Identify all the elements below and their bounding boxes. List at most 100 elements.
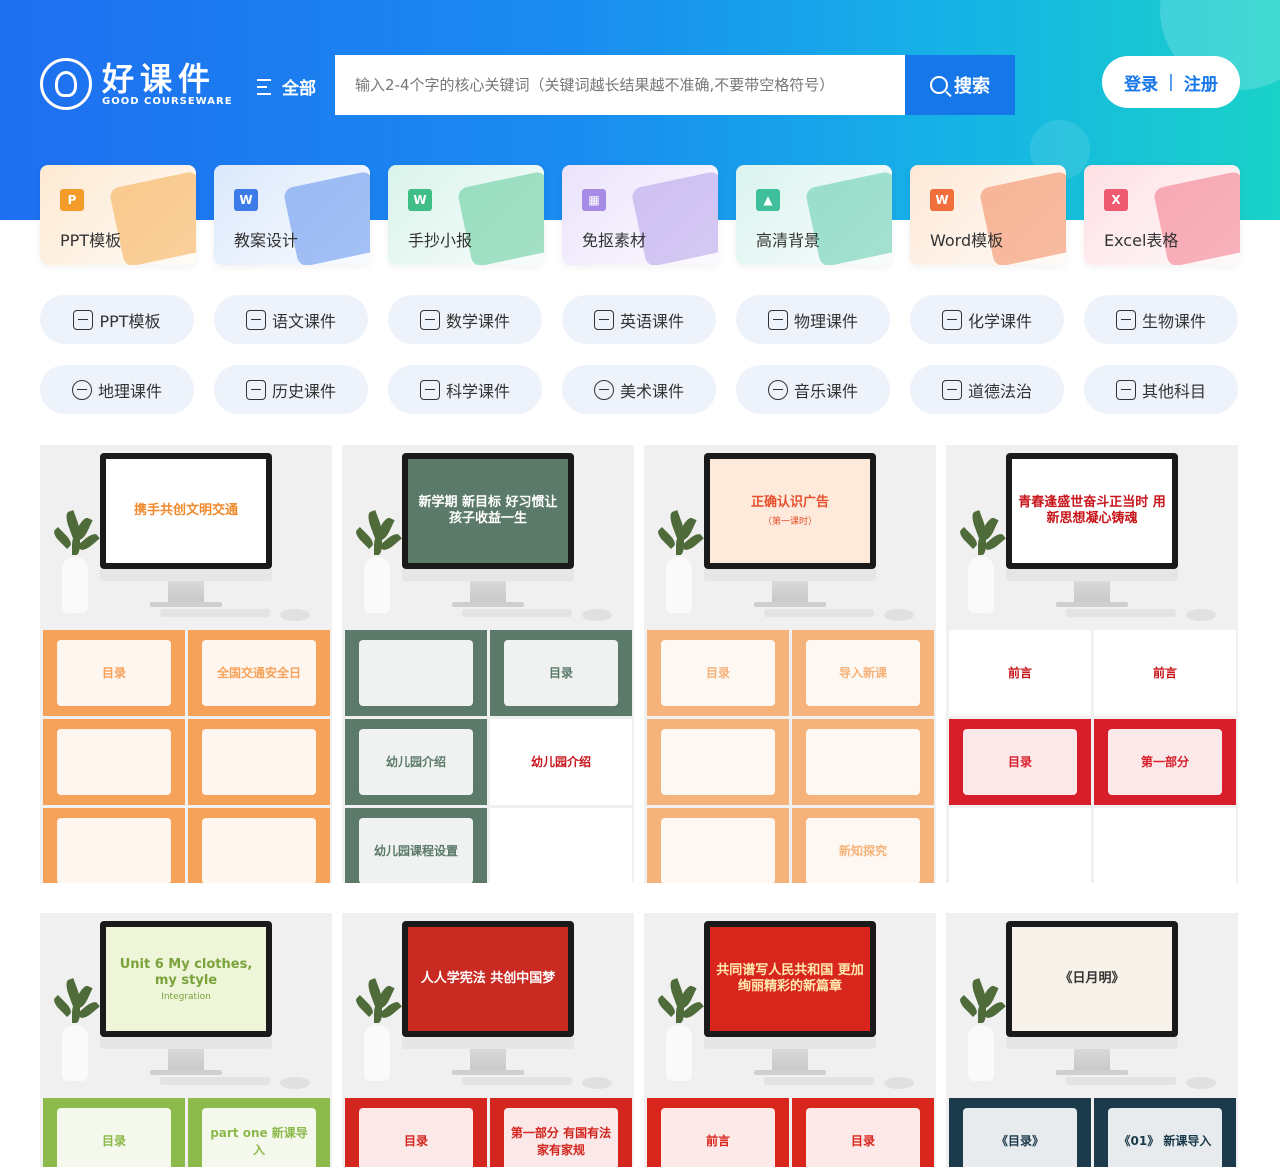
calculator-icon (419, 309, 440, 330)
keyboard-decoration (160, 1077, 270, 1085)
subject-pill[interactable]: 其他科目 (1084, 365, 1238, 414)
subject-pill[interactable]: 数学课件 (388, 295, 542, 344)
cover-title: 《日月明》 (1059, 971, 1125, 986)
subject-pill-label: 化学课件 (967, 311, 1032, 331)
subject-pill[interactable]: 美术课件 (562, 365, 716, 414)
resource-card[interactable]: 正确认识广告 （第一课时） 目录 导入新课 新知探究 (644, 445, 936, 883)
slide-text: 幼儿园介绍 (359, 729, 473, 795)
subject-pill[interactable]: 地理课件 (40, 365, 194, 414)
category-card[interactable]: ▦ 免抠素材 (562, 165, 718, 265)
music-icon (767, 379, 788, 400)
vase-decoration (364, 1025, 390, 1081)
category-card[interactable]: W 手抄小报 (388, 165, 544, 265)
resource-card[interactable]: 共同谱写人民共和国 更加绚丽精彩的新篇章 前言 目录 (644, 913, 936, 1167)
monitor-foot (452, 602, 524, 607)
monitor-preview: 《日月明》 (1006, 921, 1178, 1037)
subject-pill[interactable]: 语文课件 (214, 295, 368, 344)
slide-thumbnail: 《目录》 (949, 1098, 1091, 1167)
slide-thumbnail (647, 808, 789, 883)
search-button[interactable]: 搜索 (905, 55, 1015, 115)
category-label: Excel表格 (1104, 231, 1179, 250)
subject-pill-label: 数学课件 (445, 311, 510, 331)
vase-decoration (62, 557, 88, 613)
slide-text: part one 新课导入 (202, 1108, 316, 1167)
category-cards: P PPT模板 W 教案设计 W 手抄小报 ▦ 免抠素材 ▲ 高清背景 W Word模板 X Excel表… (40, 165, 1240, 265)
slide-thumbnail: 前言 (647, 1098, 789, 1167)
flask-icon (941, 309, 962, 330)
subject-pill[interactable]: 生物课件 (1084, 295, 1238, 344)
logo-title: 好课件 (102, 59, 217, 98)
subject-pill[interactable]: 英语课件 (562, 295, 716, 344)
globe-icon (71, 379, 92, 400)
slide-thumbnail: 新知探究 (792, 808, 934, 883)
auth-box: 登录 | 注册 (1102, 56, 1240, 108)
search-input[interactable] (335, 55, 905, 115)
logo-mark-icon (40, 58, 92, 110)
slide-text (661, 818, 775, 883)
subject-pill[interactable]: PPT模板 (40, 295, 194, 344)
slide-thumbnail (1094, 808, 1236, 883)
login-link[interactable]: 登录 (1124, 70, 1158, 95)
cover-slide: 新学期 新目标 好习惯让孩子收益一生 (408, 459, 568, 563)
category-app-icon: X (1104, 189, 1128, 211)
mouse-decoration (1186, 1077, 1216, 1089)
slide-text: 《01》 新课导入 (1108, 1108, 1222, 1167)
subject-pill[interactable]: 道德法治 (910, 365, 1064, 414)
category-card[interactable]: W 教案设计 (214, 165, 370, 265)
vase-decoration (968, 557, 994, 613)
resource-card[interactable]: 携手共创文明交通 目录 全国交通安全日 (40, 445, 332, 883)
category-card[interactable]: X Excel表格 (1084, 165, 1240, 265)
subject-pill[interactable]: 科学课件 (388, 365, 542, 414)
slide-thumbnail (647, 719, 789, 805)
subject-pill-label: 英语课件 (619, 311, 684, 331)
slide-thumbnail (188, 719, 330, 805)
slide-thumbnails: 目录 导入新课 新知探究 (647, 630, 934, 883)
resource-card[interactable]: 新学期 新目标 好习惯让孩子收益一生 目录 幼儿园介绍 幼儿园介绍 幼儿园课程设置 (342, 445, 634, 883)
keyboard-decoration (1066, 1077, 1176, 1085)
category-card[interactable]: ▲ 高清背景 (736, 165, 892, 265)
slide-text: 全国交通安全日 (202, 640, 316, 706)
subject-pill-label: 历史课件 (271, 381, 336, 401)
resource-card[interactable]: 人人学宪法 共创中国梦 目录 第一部分 有国有法 家有家规 (342, 913, 634, 1167)
slide-thumbnails: 目录 第一部分 有国有法 家有家规 (345, 1098, 632, 1167)
slide-thumbnail: 幼儿园介绍 (490, 719, 632, 805)
history-icon (245, 379, 266, 400)
slide-text (202, 818, 316, 883)
all-categories-menu[interactable]: 全部 (257, 74, 316, 99)
resource-card[interactable]: Unit 6 My clothes, my style Integration 目录… (40, 913, 332, 1167)
slide-text (661, 729, 775, 795)
slide-text: 前言 (661, 1108, 775, 1167)
ppt-file-icon (73, 309, 94, 330)
slide-text (806, 729, 920, 795)
menu-icon (257, 78, 275, 95)
mouse-decoration (884, 609, 914, 621)
vase-decoration (62, 1025, 88, 1081)
keyboard-decoration (462, 1077, 572, 1085)
category-label: 高清背景 (756, 231, 821, 250)
register-link[interactable]: 注册 (1184, 70, 1218, 95)
slide-thumbnail: 目录 (490, 630, 632, 716)
all-categories-label: 全部 (282, 79, 316, 99)
category-label: Word模板 (930, 231, 1004, 250)
keyboard-decoration (764, 1077, 874, 1085)
category-card[interactable]: P PPT模板 (40, 165, 196, 265)
subject-pill[interactable]: 物理课件 (736, 295, 890, 344)
subject-pill-label: 科学课件 (445, 381, 510, 401)
monitor-foot (754, 602, 826, 607)
site-logo[interactable]: 好课件 GOOD COURSEWARE (40, 58, 233, 110)
monitor-stand (1074, 1049, 1110, 1071)
category-label: 免抠素材 (582, 231, 647, 250)
subject-pill[interactable]: 音乐课件 (736, 365, 890, 414)
vase-decoration (666, 1025, 692, 1081)
resource-card[interactable]: 青春逢盛世奋斗正当时 用新思想凝心铸魂 前言 前言 目录 第一部分 (946, 445, 1238, 883)
resource-card[interactable]: 《日月明》《目录》 《01》 新课导入 (946, 913, 1238, 1167)
subject-pill[interactable]: 化学课件 (910, 295, 1064, 344)
vase-decoration (364, 557, 390, 613)
category-app-icon: W (234, 189, 258, 211)
slide-thumbnail: 目录 (43, 630, 185, 716)
physics-icon (767, 309, 788, 330)
slide-thumbnail: 前言 (1094, 630, 1236, 716)
subject-pill[interactable]: 历史课件 (214, 365, 368, 414)
slide-text: 目录 (661, 640, 775, 706)
category-card[interactable]: W Word模板 (910, 165, 1066, 265)
